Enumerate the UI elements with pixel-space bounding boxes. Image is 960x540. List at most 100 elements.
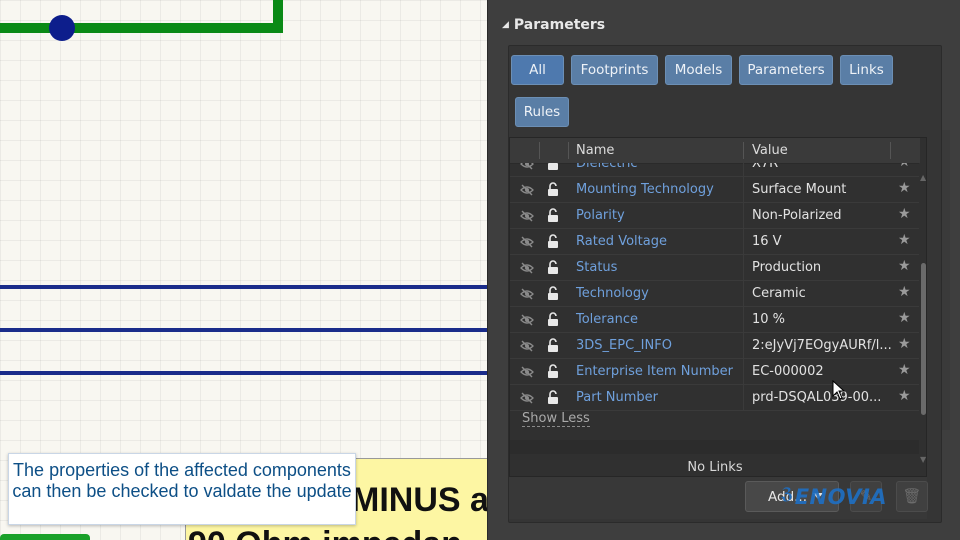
green-component-edge [0,534,90,540]
parameter-value: 16 V [752,234,782,249]
column-header-name[interactable]: Name [576,143,614,158]
cell-divider [743,281,744,307]
unlock-icon[interactable] [547,364,559,379]
links-section-divider [510,440,920,454]
filter-models-button[interactable]: Models [665,55,732,85]
mouse-cursor-icon [832,380,846,400]
parameter-name: Status [576,260,618,275]
panel-outer-scrollbar[interactable] [942,130,950,430]
parameter-value: prd-DSQAL039-00... [752,390,882,405]
star-icon[interactable]: ★ [898,258,911,274]
parameter-row[interactable]: Status Production ★ [510,255,920,281]
parameters-panel: ◢ Parameters All Footprints Models Parame… [487,0,960,540]
parameter-row[interactable]: Dielectric X7R ★ [510,163,920,177]
parameter-value: 2:eJyVj7EOgyAURf/l... [752,338,892,353]
header-divider [743,142,744,159]
parameter-name: Part Number [576,390,659,405]
eye-slash-icon[interactable] [520,261,534,275]
delete-button[interactable]: 🗑 [896,481,928,512]
column-header-value[interactable]: Value [752,143,788,158]
parameter-name: 3DS_EPC_INFO [576,338,672,353]
eye-slash-icon[interactable] [520,391,534,405]
panel-section-header[interactable]: ◢ Parameters [502,17,605,33]
scroll-thumb[interactable] [921,263,926,415]
parameter-row[interactable]: 3DS_EPC_INFO 2:eJyVj7EOgyAURf/l... ★ [510,333,920,359]
parameters-grid: Name Value DielectricX7R★Mounting Techno… [509,137,927,477]
blue-wire [0,371,487,375]
unlock-icon[interactable] [547,286,559,301]
cell-divider [743,177,744,203]
scroll-up-icon[interactable]: ▲ [920,173,926,182]
no-links-text: No Links [687,460,743,475]
enovia-watermark: ℨENOVIA [781,484,888,509]
unlock-icon[interactable] [547,390,559,405]
parameter-row[interactable]: Polarity Non-Polarized ★ [510,203,920,229]
parameter-name: Mounting Technology [576,182,714,197]
3ds-logo-icon: ℨ [781,484,794,503]
star-icon[interactable]: ★ [898,232,911,248]
eye-slash-icon[interactable] [520,163,534,171]
star-icon[interactable]: ★ [898,310,911,326]
panel-bottom-toolbar: Add... ✎ 🗑 ℨENOVIA [509,477,928,519]
unlock-icon[interactable] [547,182,559,197]
eye-slash-icon[interactable] [520,235,534,249]
unlock-icon[interactable] [547,312,559,327]
parameter-name: Technology [576,286,649,301]
star-icon[interactable]: ★ [898,180,911,196]
show-less-link[interactable]: Show Less [522,411,590,427]
scroll-down-icon[interactable]: ▼ [920,455,926,464]
cell-divider [743,307,744,333]
unlock-icon[interactable] [547,163,559,171]
filter-rules-button[interactable]: Rules [515,97,569,127]
cell-divider [743,333,744,359]
eye-slash-icon[interactable] [520,313,534,327]
parameter-value: Ceramic [752,286,806,301]
collapse-triangle-icon[interactable]: ◢ [502,20,509,30]
eye-slash-icon[interactable] [520,287,534,301]
star-icon[interactable]: ★ [898,336,911,352]
filter-links-button[interactable]: Links [840,55,893,85]
filter-footprints-button[interactable]: Footprints [571,55,658,85]
parameter-value: Production [752,260,822,275]
parameter-row[interactable]: Technology Ceramic ★ [510,281,920,307]
watermark-text: ENOVIA [794,485,888,509]
eye-slash-icon[interactable] [520,365,534,379]
eye-slash-icon[interactable] [520,183,534,197]
parameter-name: Dielectric [576,163,638,171]
parameter-name: Rated Voltage [576,234,667,249]
star-icon[interactable]: ★ [898,284,911,300]
unlock-icon[interactable] [547,234,559,249]
parameter-value: X7R [752,163,779,171]
trash-icon: 🗑 [902,487,922,505]
cell-divider [743,229,744,255]
header-divider [539,142,540,159]
cell-divider [743,163,744,177]
star-icon[interactable]: ★ [898,163,911,170]
parameter-row[interactable]: Enterprise Item Number EC-000002 ★ [510,359,920,385]
unlock-icon[interactable] [547,208,559,223]
parameter-name: Enterprise Item Number [576,364,733,379]
eye-slash-icon[interactable] [520,209,534,223]
grid-header: Name Value [510,138,920,164]
filter-all-button[interactable]: All [511,55,564,85]
star-icon[interactable]: ★ [898,388,911,404]
eye-slash-icon[interactable] [520,339,534,353]
filter-parameters-button[interactable]: Parameters [739,55,833,85]
parameter-name: Tolerance [576,312,638,327]
parameter-row[interactable]: Part Number prd-DSQAL039-00... ★ [510,385,920,411]
parameter-row[interactable]: Rated Voltage 16 V ★ [510,229,920,255]
blue-wire [0,285,487,289]
cell-divider [743,359,744,385]
green-wire-horizontal [0,23,283,33]
unlock-icon[interactable] [547,338,559,353]
parameter-row[interactable]: Tolerance 10 % ★ [510,307,920,333]
star-icon[interactable]: ★ [898,362,911,378]
cell-divider [743,255,744,281]
parameter-row[interactable]: Mounting Technology Surface Mount ★ [510,177,920,203]
header-divider [890,142,891,159]
unlock-icon[interactable] [547,260,559,275]
blue-wire [0,328,487,332]
star-icon[interactable]: ★ [898,206,911,222]
vertical-scrollbar[interactable]: ▲ ▼ [919,163,926,476]
note-line-1: MINUS a [351,481,487,519]
